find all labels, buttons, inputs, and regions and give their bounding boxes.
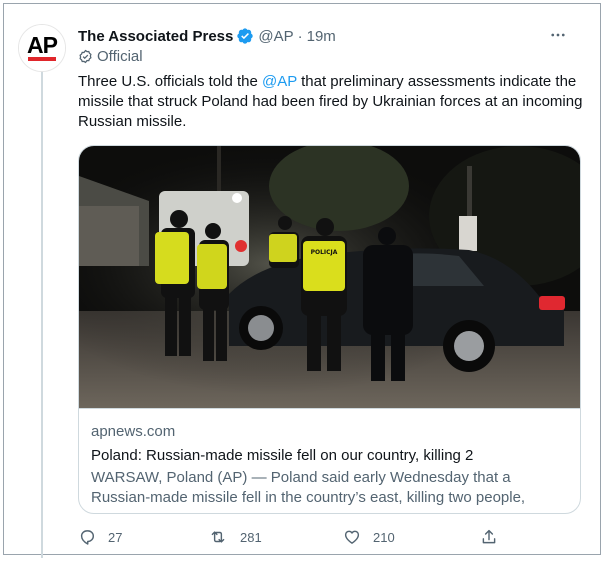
tweet-text: Three U.S. officials told the @AP that p… (78, 72, 583, 132)
separator-dot: · (297, 27, 303, 45)
more-options-icon[interactable] (546, 24, 570, 46)
tweet-header: The Associated Press @AP · 19m (78, 25, 600, 47)
ap-logo: AP (19, 25, 65, 71)
verified-badge-icon[interactable] (236, 27, 254, 45)
reply-count: 27 (108, 529, 123, 545)
author-handle[interactable]: @AP (258, 28, 293, 45)
tweet-frame: AP The Associated Press @AP · 19m Offici… (3, 3, 601, 558)
card-domain: apnews.com (91, 423, 176, 440)
retweet-button[interactable]: 281 (208, 528, 262, 546)
reply-button[interactable]: 27 (78, 528, 122, 546)
mention-link[interactable]: @AP (262, 73, 297, 90)
retweet-icon (211, 531, 225, 543)
avatar[interactable]: AP (18, 24, 66, 72)
heart-icon (344, 530, 360, 544)
share-icon (482, 529, 496, 544)
card-body: apnews.com Poland: Russian-made missile … (79, 408, 580, 513)
official-label: Official (78, 48, 143, 65)
card-title: Poland: Russian-made missile fell on our… (91, 447, 474, 464)
svg-text:POLICJA: POLICJA (311, 249, 338, 256)
card-image: POLICJA (79, 146, 580, 408)
like-count: 210 (373, 529, 395, 545)
svg-text:AP: AP (27, 32, 58, 58)
thread-line (41, 72, 43, 558)
tweet-timestamp[interactable]: 19m (307, 28, 336, 45)
author-display-name[interactable]: The Associated Press (78, 28, 233, 45)
like-button[interactable]: 210 (343, 528, 395, 546)
reply-icon (80, 530, 95, 545)
tweet-actions: 27 281 210 (78, 528, 508, 550)
link-card[interactable]: POLICJA apnews.com Poland: Russian-made … (78, 145, 581, 514)
official-check-icon (79, 49, 92, 64)
card-description: WARSAW, Poland (AP) — Poland said early … (91, 469, 526, 506)
retweet-count: 281 (240, 529, 262, 545)
tweet-text-part: Three U.S. officials told the (78, 73, 262, 90)
share-button[interactable] (480, 528, 498, 546)
official-label-text: Official (97, 48, 143, 65)
